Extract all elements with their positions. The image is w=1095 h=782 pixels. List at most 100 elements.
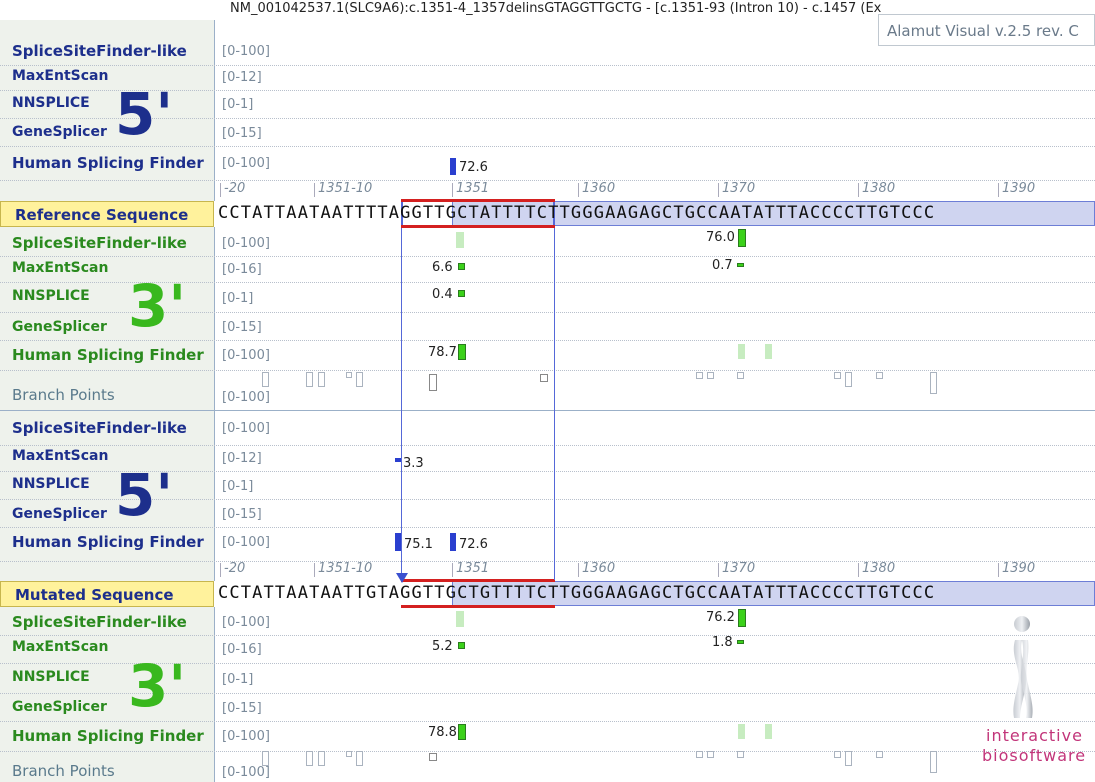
branch-point[interactable] xyxy=(707,372,714,379)
branch-point[interactable] xyxy=(707,751,714,758)
branch-point[interactable] xyxy=(318,751,325,766)
branch-point[interactable] xyxy=(737,372,744,379)
branch-point[interactable] xyxy=(696,751,703,758)
track-label[interactable]: Branch Points xyxy=(12,386,115,404)
branch-point[interactable] xyxy=(930,751,937,773)
track-label[interactable]: SpliceSiteFinder-like xyxy=(12,613,187,631)
track-label[interactable]: Human Splicing Finder xyxy=(12,533,204,551)
branch-point[interactable] xyxy=(930,372,937,394)
ruler-tick: 1360 xyxy=(577,561,616,577)
track-label[interactable]: Human Splicing Finder xyxy=(12,727,204,745)
score-bar[interactable] xyxy=(458,642,465,649)
score-bar[interactable] xyxy=(737,263,744,267)
branch-point[interactable] xyxy=(834,751,841,758)
score-bar[interactable] xyxy=(737,640,744,644)
score-bar[interactable] xyxy=(738,609,746,627)
track-label[interactable]: GeneSplicer xyxy=(12,124,107,140)
ruler-tick: 1390 xyxy=(997,561,1036,577)
track-range: [0-15] xyxy=(222,126,262,141)
reference-sequence-text[interactable]: CCTATTAATAATTTTAGGTTGCTATTTTCTTGGGAAGAGC… xyxy=(218,203,935,223)
branch-point[interactable] xyxy=(845,751,852,766)
track-label[interactable]: NNSPLICE xyxy=(12,95,90,111)
track-label[interactable]: MaxEntScan xyxy=(12,68,108,84)
score-bar xyxy=(738,344,745,359)
ruler-tick: 1370 xyxy=(717,181,756,197)
track-range: [0-100] xyxy=(222,615,270,630)
track-label[interactable]: SpliceSiteFinder-like xyxy=(12,42,187,60)
ruler-tick: 1351-10 xyxy=(313,561,373,577)
branch-point[interactable] xyxy=(876,751,883,758)
ref5-hsf-row: Human Splicing Finder [0-100] 72.6 xyxy=(0,146,1095,181)
five-prime-marker: 5' xyxy=(115,461,174,529)
score-value: 5.2 xyxy=(432,639,453,654)
track-range: [0-1] xyxy=(222,672,254,687)
ruler-tick: 1380 xyxy=(857,561,896,577)
score-bar xyxy=(738,724,745,739)
branch-point[interactable] xyxy=(696,372,703,379)
ref5-ssf-row: SpliceSiteFinder-like [0-100] xyxy=(0,20,1095,66)
track-range: [0-100] xyxy=(222,390,270,405)
three-prime-marker: 3' xyxy=(128,652,187,720)
track-label[interactable]: Branch Points xyxy=(12,762,115,780)
track-label[interactable]: GeneSplicer xyxy=(12,699,107,715)
track-range: [0-100] xyxy=(222,535,270,550)
branch-point[interactable] xyxy=(356,751,363,766)
branch-point[interactable] xyxy=(346,751,352,757)
score-bar[interactable] xyxy=(450,158,456,175)
score-bar xyxy=(765,724,772,739)
track-range: [0-15] xyxy=(222,320,262,335)
track-range: [0-100] xyxy=(222,765,270,780)
track-range: [0-100] xyxy=(222,44,270,59)
track-label[interactable]: Human Splicing Finder xyxy=(12,154,204,172)
score-value: 72.6 xyxy=(459,160,488,175)
branch-point[interactable] xyxy=(845,372,852,387)
score-value: 1.8 xyxy=(712,635,733,650)
mut3-hsf-row: Human Splicing Finder [0-100] 78.8 xyxy=(0,721,1095,752)
score-bar[interactable] xyxy=(738,229,746,247)
branch-point[interactable] xyxy=(346,372,352,378)
branch-point[interactable] xyxy=(876,372,883,379)
branch-point[interactable] xyxy=(306,372,313,387)
variant-underline-top xyxy=(401,199,555,202)
track-range: [0-15] xyxy=(222,701,262,716)
ruler-tick: 1351 xyxy=(451,181,490,197)
ruler-tick: -20 xyxy=(219,181,246,197)
branch-point[interactable] xyxy=(429,753,437,761)
track-label[interactable]: NNSPLICE xyxy=(12,476,90,492)
position-ruler: -20 1351-10 1351 1360 1370 1380 1390 xyxy=(214,180,1095,200)
five-prime-marker: 5' xyxy=(115,80,174,148)
track-label[interactable]: MaxEntScan xyxy=(12,639,108,655)
track-label[interactable]: NNSPLICE xyxy=(12,288,90,304)
track-label[interactable]: GeneSplicer xyxy=(12,506,107,522)
track-label[interactable]: GeneSplicer xyxy=(12,319,107,335)
score-value: 76.2 xyxy=(706,610,735,625)
track-label[interactable]: SpliceSiteFinder-like xyxy=(12,419,187,437)
mut3-ssf-row: SpliceSiteFinder-like [0-100] 76.2 xyxy=(0,607,1095,636)
reference-sequence-label[interactable]: Reference Sequence xyxy=(0,201,214,227)
variant-selection-box[interactable] xyxy=(401,228,555,580)
track-label[interactable]: MaxEntScan xyxy=(12,260,108,276)
mutated-sequence-text[interactable]: CCTATTAATAATTGTAGGTTGCTGTTTTCTTGGGAAGAGC… xyxy=(218,583,935,603)
track-label[interactable]: SpliceSiteFinder-like xyxy=(12,234,187,252)
score-value: 76.0 xyxy=(706,230,735,245)
track-range: [0-100] xyxy=(222,348,270,363)
score-value: 0.7 xyxy=(712,258,733,273)
branch-point[interactable] xyxy=(737,751,744,758)
track-range: [0-15] xyxy=(222,507,262,522)
branch-point[interactable] xyxy=(262,372,269,387)
mutated-sequence-label[interactable]: Mutated Sequence xyxy=(0,581,214,607)
track-label[interactable]: MaxEntScan xyxy=(12,448,108,464)
branch-point[interactable] xyxy=(356,372,363,387)
score-bar[interactable] xyxy=(458,724,466,740)
ruler-tick: -20 xyxy=(219,561,246,577)
branch-point[interactable] xyxy=(262,751,269,766)
branch-point[interactable] xyxy=(834,372,841,379)
reference-sequence-row: Reference Sequence CCTATTAATAATTTTAGGTTG… xyxy=(0,201,1095,227)
track-range: [0-1] xyxy=(222,479,254,494)
track-label[interactable]: NNSPLICE xyxy=(12,669,90,685)
track-label[interactable]: Human Splicing Finder xyxy=(12,346,204,364)
branch-point[interactable] xyxy=(306,751,313,766)
branch-point[interactable] xyxy=(318,372,325,387)
track-range: [0-1] xyxy=(222,97,254,112)
ruler-tick: 1360 xyxy=(577,181,616,197)
